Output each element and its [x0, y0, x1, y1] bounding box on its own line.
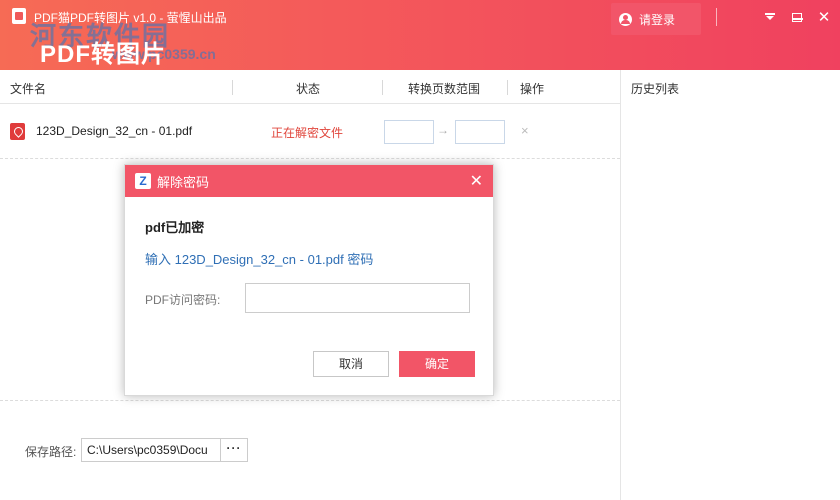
app-logo-icon: [12, 8, 26, 24]
header-divider: [716, 8, 717, 26]
user-icon: [619, 12, 632, 26]
history-panel: 历史列表: [620, 70, 840, 500]
column-separator: [507, 80, 508, 95]
remove-file-button[interactable]: ×: [521, 123, 529, 138]
column-status: 状态: [296, 82, 321, 96]
title-bar: 河东软件园 www.pc0359.cn PDF猫PDF转图片 v1.0 - 萤惺…: [0, 0, 840, 70]
table-row: 123D_Design_32_cn - 01.pdf 正在解密文件 → ×: [0, 105, 620, 159]
close-window-button[interactable]: ✕: [813, 6, 835, 28]
maximize-button[interactable]: [786, 6, 808, 28]
file-table-header: 文件名 状态 转换页数范围 操作: [0, 70, 620, 104]
save-path-label: 保存路径:: [25, 445, 77, 459]
login-label: 请登录: [639, 12, 676, 27]
column-separator: [232, 80, 233, 95]
save-path-field[interactable]: C:\Users\pc0359\Docu: [81, 438, 221, 462]
app-z-icon: Z: [135, 173, 151, 189]
dialog-title: 解除密码: [157, 174, 210, 190]
history-title: 历史列表: [631, 82, 680, 96]
browse-button[interactable]: ···: [220, 438, 248, 462]
page-from-input[interactable]: [384, 120, 434, 144]
column-actions: 操作: [520, 82, 545, 96]
column-file-name: 文件名: [10, 82, 47, 96]
dialog-message: 输入 123D_Design_32_cn - 01.pdf 密码: [145, 252, 374, 267]
arrow-right-icon: →: [437, 123, 449, 137]
password-label: PDF访问密码:: [145, 293, 221, 307]
menu-dropdown-icon: [765, 13, 775, 21]
status-text: 正在解密文件: [271, 126, 344, 140]
column-separator: [382, 80, 383, 95]
dialog-close-button[interactable]: ✕: [470, 171, 483, 191]
maximize-icon: [792, 12, 802, 22]
login-button[interactable]: 请登录: [611, 3, 701, 35]
bottom-divider: [0, 400, 620, 401]
banner-title: PDF转图片: [40, 41, 166, 68]
confirm-button[interactable]: 确定: [399, 351, 475, 377]
column-page-range: 转换页数范围: [408, 82, 481, 96]
cancel-button[interactable]: 取消: [313, 351, 389, 377]
unlock-password-dialog: Z 解除密码 ✕ pdf已加密 输入 123D_Design_32_cn - 0…: [124, 164, 494, 396]
dialog-heading: pdf已加密: [145, 220, 205, 235]
app-title: PDF猫PDF转图片 v1.0 - 萤惺山出品: [34, 11, 227, 25]
dialog-title-bar: Z 解除密码 ✕: [125, 165, 493, 197]
close-icon: ✕: [817, 8, 831, 26]
menu-button[interactable]: [759, 6, 781, 28]
pdf-file-icon: [10, 123, 25, 140]
password-input[interactable]: [245, 283, 470, 313]
page-to-input[interactable]: [455, 120, 505, 144]
file-name: 123D_Design_32_cn - 01.pdf: [36, 124, 193, 138]
